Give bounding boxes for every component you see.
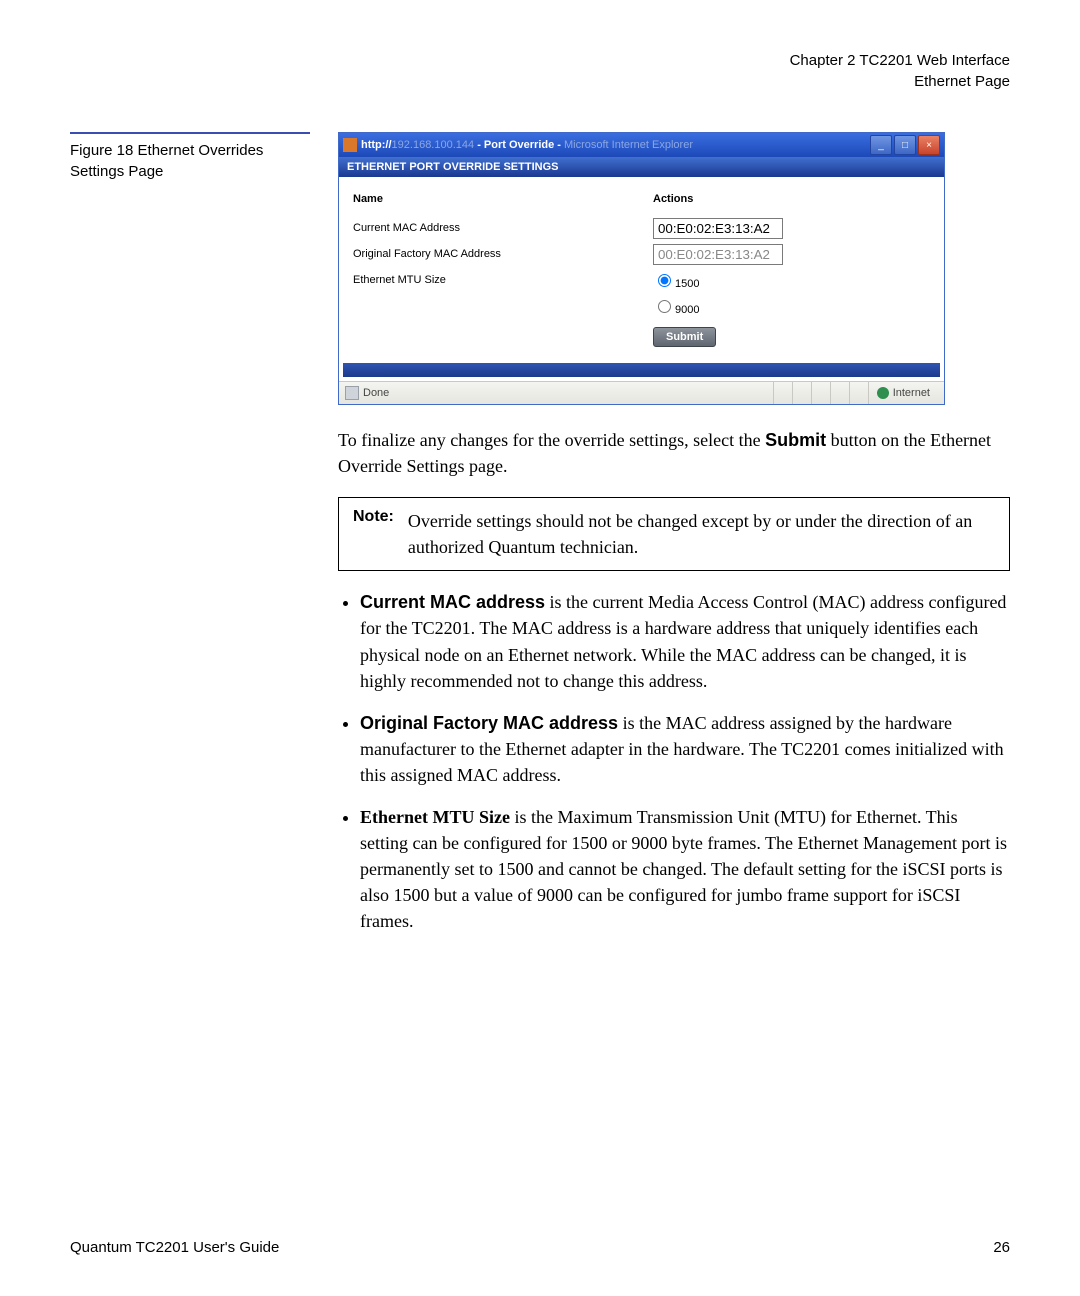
internet-zone-icon	[877, 387, 889, 399]
note-box: Note: Override settings should not be ch…	[338, 497, 1010, 571]
maximize-button[interactable]: □	[894, 135, 916, 155]
footer-left: Quantum TC2201 User's Guide	[70, 1239, 279, 1256]
factory-mac-label: Original Factory MAC Address	[353, 248, 653, 260]
note-text: Override settings should not be changed …	[408, 508, 995, 560]
window-title: http://192.168.100.144 - Port Override -…	[361, 139, 870, 151]
factory-mac-input	[653, 244, 783, 265]
list-item: Current MAC address is the current Media…	[360, 589, 1010, 693]
section-header: ETHERNET PORT OVERRIDE SETTINGS	[339, 157, 944, 177]
submit-button[interactable]: Submit	[653, 327, 716, 347]
note-label: Note:	[353, 508, 394, 560]
page-footer: Quantum TC2201 User's Guide 26	[70, 1239, 1010, 1256]
internet-zone-label: Internet	[893, 387, 930, 399]
mtu-1500-label: 1500	[675, 278, 699, 290]
body-paragraph-1: To finalize any changes for the override…	[338, 427, 1010, 479]
divider	[70, 132, 310, 134]
column-header-actions: Actions	[653, 193, 693, 205]
mtu-9000-label: 9000	[675, 304, 699, 316]
status-text: Done	[363, 387, 389, 399]
bullet-list: Current MAC address is the current Media…	[338, 589, 1010, 934]
mtu-radio-1500[interactable]	[658, 274, 671, 287]
page-icon	[345, 386, 359, 400]
current-mac-input[interactable]	[653, 218, 783, 239]
page-number: 26	[993, 1239, 1010, 1256]
mtu-radio-9000[interactable]	[658, 300, 671, 313]
mtu-label: Ethernet MTU Size	[353, 274, 653, 286]
figure-caption: Figure 18 Ethernet Overrides Settings Pa…	[70, 132, 300, 182]
current-mac-label: Current MAC Address	[353, 222, 653, 234]
header-line-2: Ethernet Page	[70, 71, 1010, 92]
page-header: Chapter 2 TC2201 Web Interface Ethernet …	[70, 50, 1010, 92]
column-header-name: Name	[353, 193, 653, 205]
list-item: Ethernet MTU Size is the Maximum Transmi…	[360, 804, 1010, 934]
ie-icon	[343, 138, 357, 152]
titlebar: http://192.168.100.144 - Port Override -…	[339, 133, 944, 157]
status-bar: Done Internet	[339, 381, 944, 404]
list-item: Original Factory MAC address is the MAC …	[360, 710, 1010, 788]
bottom-strip	[343, 363, 940, 377]
minimize-button[interactable]: _	[870, 135, 892, 155]
close-button[interactable]: ×	[918, 135, 940, 155]
browser-window: http://192.168.100.144 - Port Override -…	[338, 132, 945, 405]
header-line-1: Chapter 2 TC2201 Web Interface	[70, 50, 1010, 71]
